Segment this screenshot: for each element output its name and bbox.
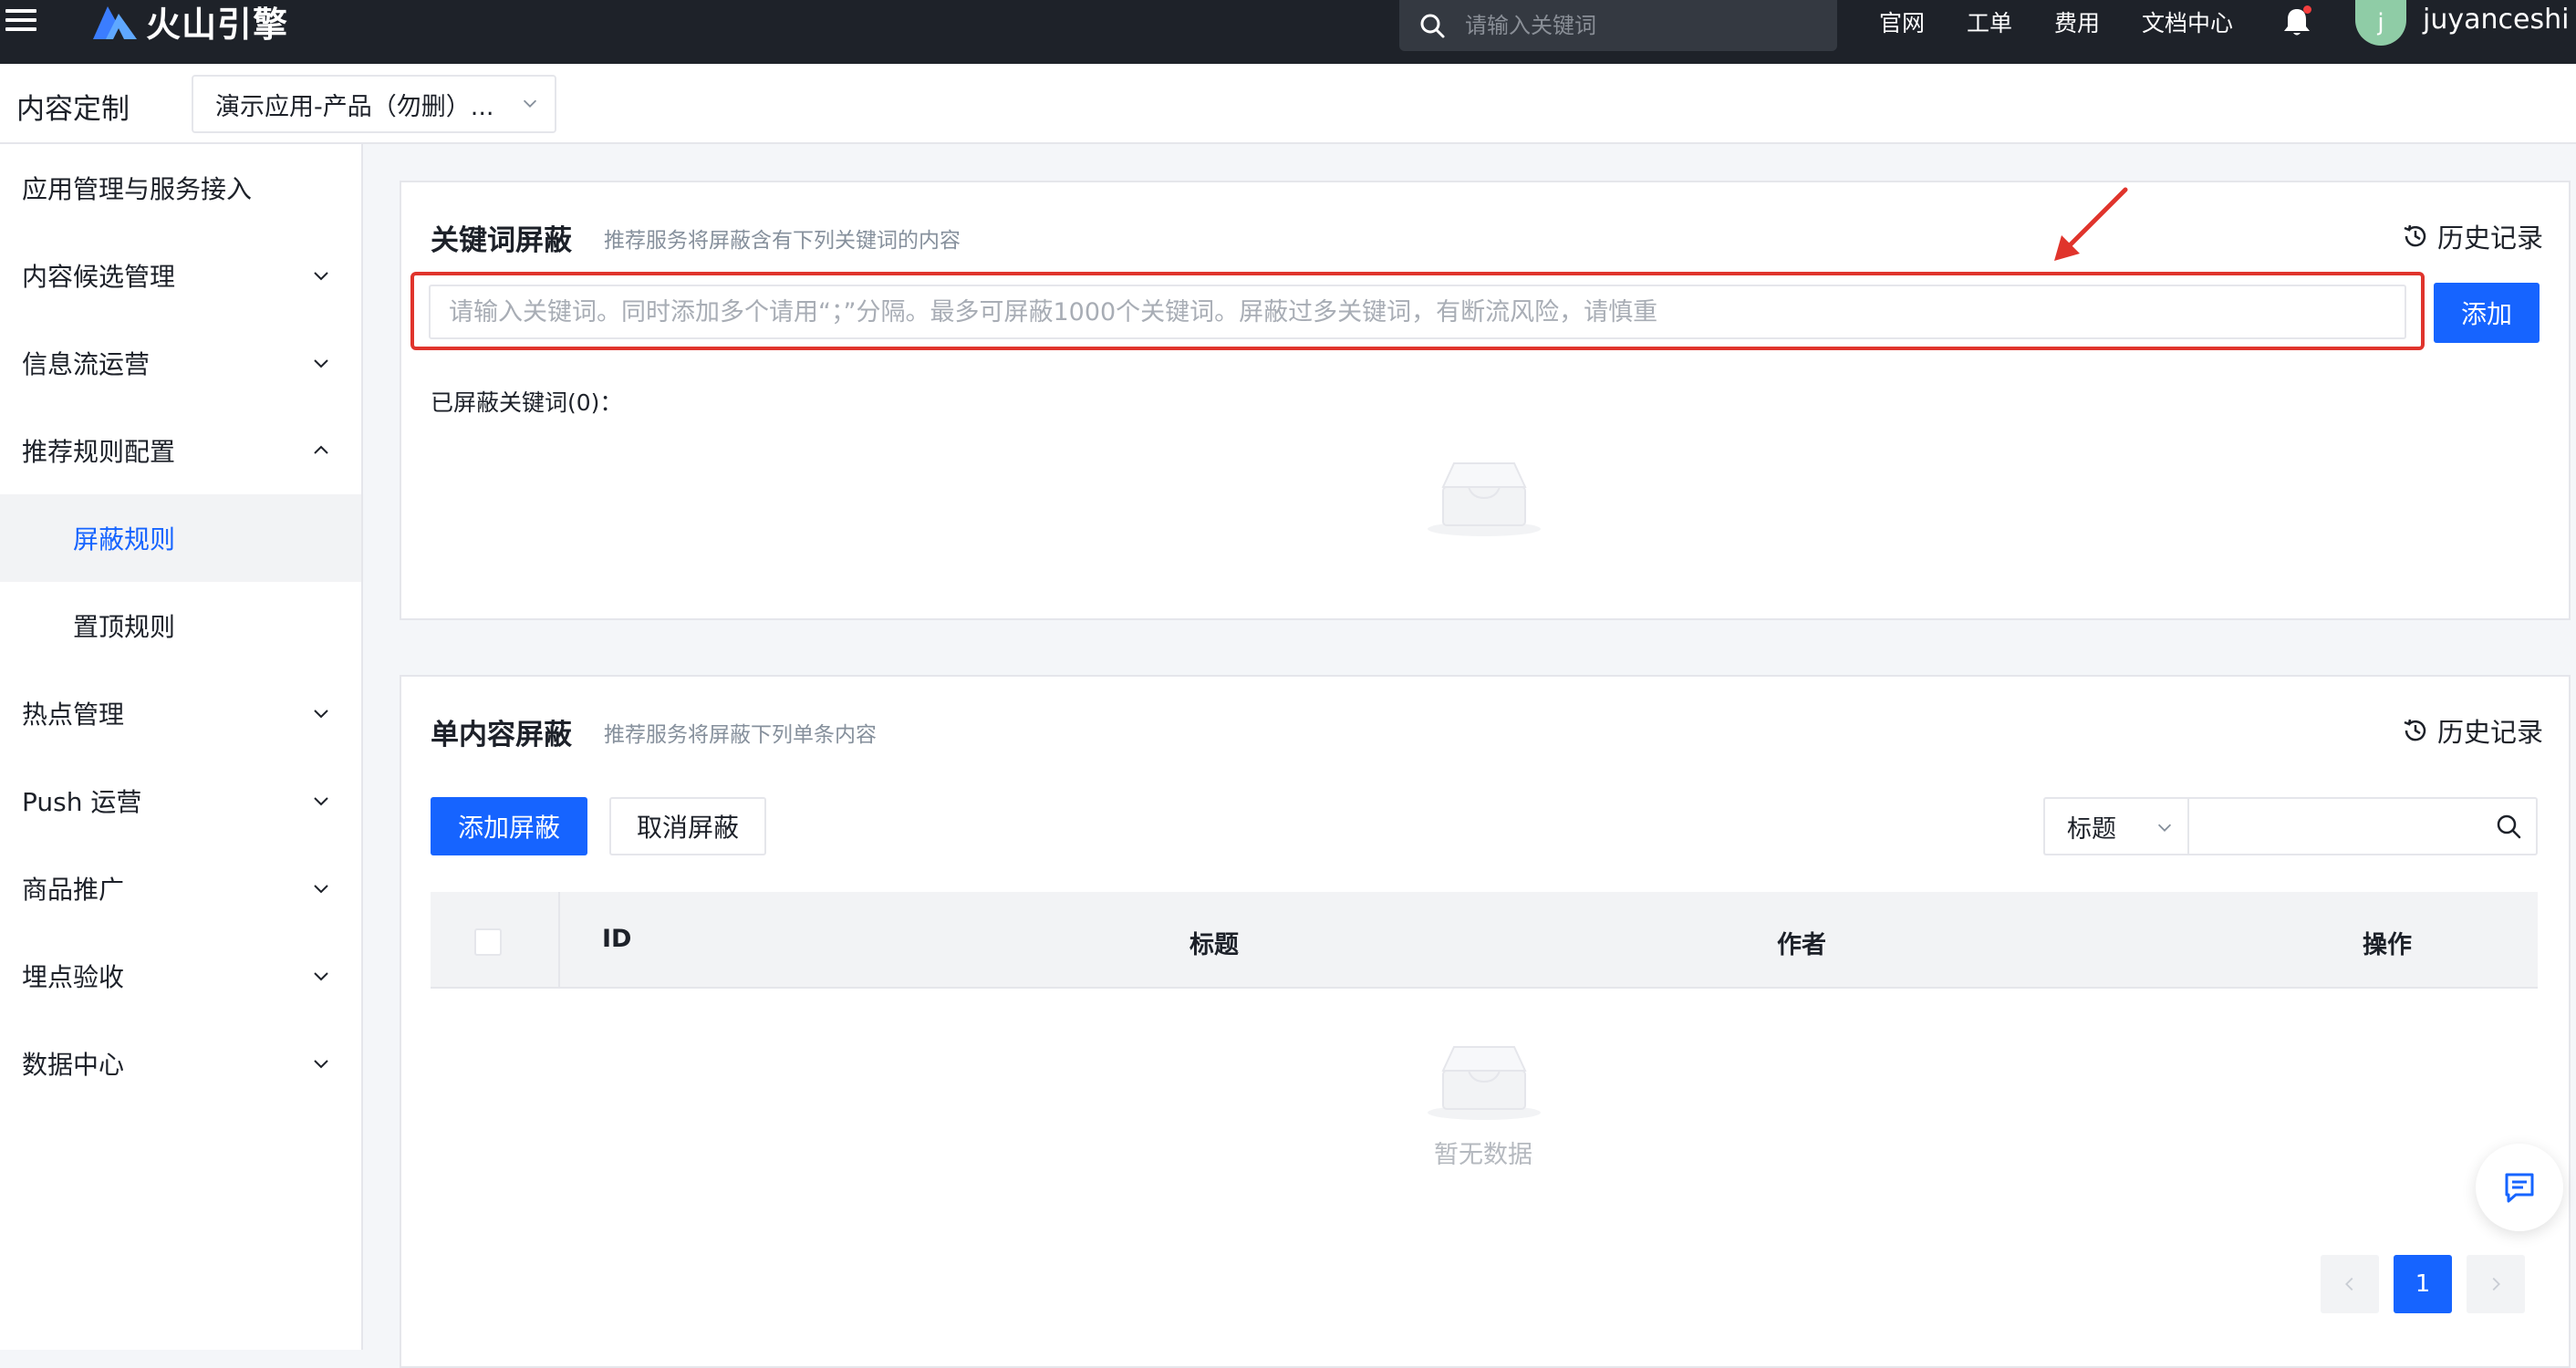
chevron-down-icon <box>314 359 328 368</box>
chevron-down-icon <box>314 885 328 894</box>
sidebar-item-label: 热点管理 <box>22 700 125 730</box>
sidebar-item-label: 信息流运营 <box>22 349 151 379</box>
sidebar-item-label: 推荐规则配置 <box>22 437 176 467</box>
sidebar-item-hotspot[interactable]: 热点管理 <box>0 669 361 757</box>
global-search[interactable] <box>1399 0 1837 51</box>
sidebar-item-feed-operations[interactable]: 信息流运营 <box>0 319 361 407</box>
sidebar-item-app-management[interactable]: 应用管理与服务接入 <box>0 144 361 232</box>
keyword-history-button[interactable]: 历史记录 <box>2401 217 2543 255</box>
chevron-left-icon <box>2345 1277 2353 1291</box>
feedback-float-button[interactable] <box>2476 1144 2563 1231</box>
nav-link-billing[interactable]: 费用 <box>2054 5 2100 38</box>
nav-link-tickets[interactable]: 工单 <box>1967 5 2012 38</box>
chevron-up-icon <box>314 445 328 454</box>
brand-name: 火山引擎 <box>146 4 289 45</box>
sidebar-item-block-rules[interactable]: 屏蔽规则 <box>0 494 361 582</box>
keyword-block-title: 关键词屏蔽 <box>431 224 572 257</box>
chevron-down-icon <box>2157 824 2172 832</box>
top-navbar: 火山引擎 官网 工单 费用 文档中心 j juyanceshi <box>0 0 2576 64</box>
chevron-down-icon <box>314 272 328 281</box>
next-page-button[interactable] <box>2467 1255 2525 1313</box>
page-number-button[interactable]: 1 <box>2394 1255 2452 1313</box>
column-header-author: 作者 <box>1777 931 1826 959</box>
column-divider <box>558 892 560 989</box>
sidebar-item-data-center[interactable]: 数据中心 <box>0 1020 361 1107</box>
sidebar-item-label: 埋点验收 <box>22 962 125 992</box>
global-search-input[interactable] <box>1465 13 1812 38</box>
prev-page-button[interactable] <box>2321 1255 2379 1313</box>
sidebar-item-pin-rules[interactable]: 置顶规则 <box>0 582 361 669</box>
content-block-title: 单内容屏蔽 <box>431 719 572 751</box>
sidebar-item-push[interactable]: Push 运营 <box>0 757 361 845</box>
history-icon <box>2404 224 2426 247</box>
sidebar-item-label: 商品推广 <box>22 875 125 905</box>
select-all-checkbox[interactable] <box>474 928 502 956</box>
filter-field-select[interactable]: 标题 <box>2043 797 2187 855</box>
column-header-id: ID <box>602 925 632 953</box>
annotation-arrow-icon <box>2054 187 2128 261</box>
chevron-down-icon <box>314 972 328 981</box>
page-title: 内容定制 <box>16 93 130 126</box>
sidebar-item-recommend-rules[interactable]: 推荐规则配置 <box>0 407 361 494</box>
page-subheader: 内容定制 演示应用-产品（勿删）... <box>0 64 2576 144</box>
chevron-down-icon <box>314 710 328 719</box>
nav-link-docs[interactable]: 文档中心 <box>2142 5 2233 38</box>
sidebar-item-label: 应用管理与服务接入 <box>22 174 253 204</box>
bell-icon[interactable] <box>2280 5 2313 38</box>
search-icon <box>1420 14 1445 38</box>
keyword-input[interactable] <box>429 285 2406 339</box>
content-block-card <box>400 675 2571 1368</box>
column-header-title: 标题 <box>1189 931 1239 959</box>
brand-logo[interactable]: 火山引擎 <box>89 0 288 45</box>
keyword-block-subtitle: 推荐服务将屏蔽含有下列关键词的内容 <box>604 229 961 253</box>
sidebar-item-tracking-acceptance[interactable]: 埋点验收 <box>0 932 361 1020</box>
sidebar-item-content-candidates[interactable]: 内容候选管理 <box>0 232 361 319</box>
search-icon[interactable] <box>2494 812 2523 841</box>
sidebar: 应用管理与服务接入 内容候选管理 信息流运营 推荐规则配置 屏蔽规则 置顶规则 … <box>0 144 363 1350</box>
chevron-down-icon <box>523 99 537 108</box>
blocked-keywords-count: 已屏蔽关键词(0)： <box>431 389 623 416</box>
content-history-label: 历史记录 <box>2437 717 2544 748</box>
app-selector[interactable]: 演示应用-产品（勿删）... <box>192 75 556 133</box>
avatar[interactable]: j <box>2355 0 2406 46</box>
chevron-down-icon <box>314 1060 328 1069</box>
chevron-down-icon <box>314 797 328 806</box>
empty-inbox-icon <box>1428 1046 1541 1120</box>
notification-dot <box>2303 5 2311 14</box>
history-icon <box>2404 719 2426 741</box>
filter-search-input[interactable] <box>2189 799 2481 854</box>
menu-icon[interactable] <box>5 4 46 44</box>
column-header-actions: 操作 <box>2363 931 2412 959</box>
add-block-button[interactable]: 添加屏蔽 <box>431 797 587 855</box>
table-header: ID 标题 作者 操作 <box>431 892 2538 989</box>
cancel-block-button[interactable]: 取消屏蔽 <box>609 797 766 855</box>
filter-field-value: 标题 <box>2067 814 2116 844</box>
username[interactable]: juyanceshi <box>2423 4 2569 36</box>
filter-search <box>2187 797 2538 855</box>
sidebar-item-label: Push 运营 <box>22 787 142 817</box>
nav-link-official-site[interactable]: 官网 <box>1879 5 1925 38</box>
sidebar-item-product-promotion[interactable]: 商品推广 <box>0 845 361 932</box>
sidebar-item-label: 屏蔽规则 <box>73 524 176 554</box>
volcano-logo-icon <box>93 6 137 39</box>
empty-state-text: 暂无数据 <box>1434 1141 1532 1169</box>
content-history-button[interactable]: 历史记录 <box>2401 711 2543 750</box>
app-selector-value: 演示应用-产品（勿删）... <box>215 92 494 121</box>
keyword-history-label: 历史记录 <box>2437 223 2544 254</box>
content-block-subtitle: 推荐服务将屏蔽下列单条内容 <box>604 723 877 747</box>
add-keyword-button[interactable]: 添加 <box>2434 283 2540 343</box>
keyword-input-highlight <box>410 272 2425 350</box>
empty-inbox-icon <box>1428 462 1541 536</box>
sidebar-item-label: 数据中心 <box>22 1050 125 1080</box>
sidebar-item-label: 内容候选管理 <box>22 262 176 292</box>
sidebar-item-label: 置顶规则 <box>73 612 176 642</box>
chat-icon <box>2505 1173 2534 1203</box>
chevron-right-icon <box>2492 1277 2500 1291</box>
